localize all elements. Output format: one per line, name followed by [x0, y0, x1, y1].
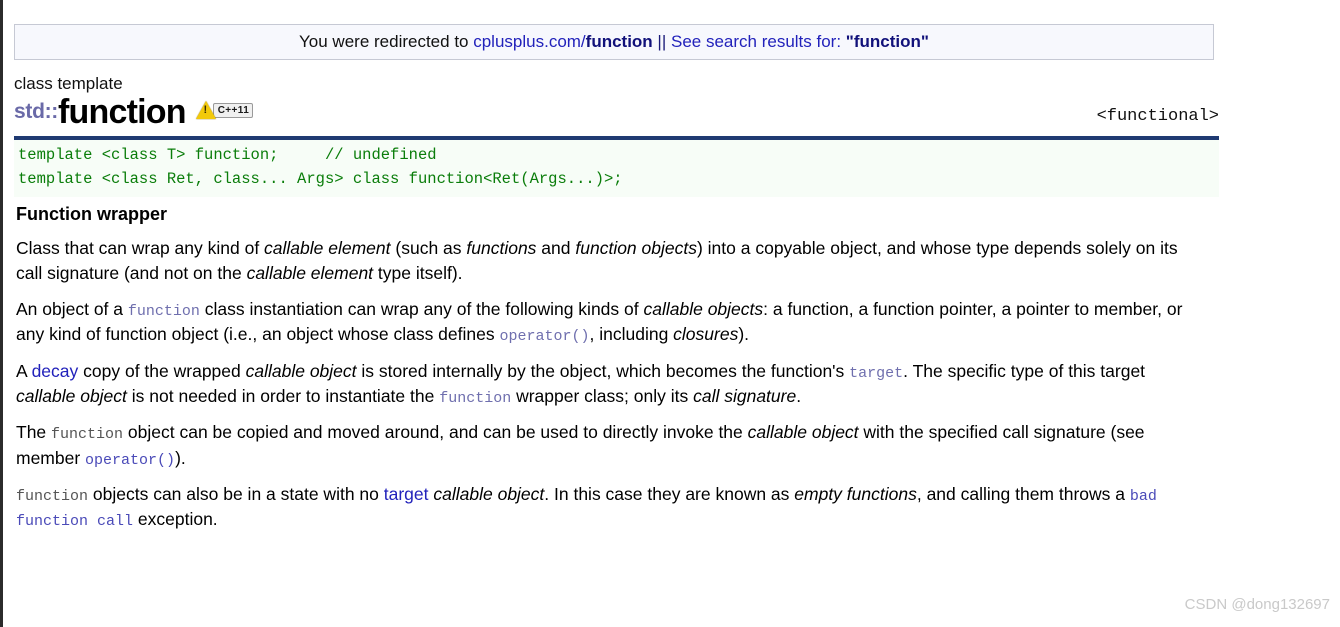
p2-code-function: function: [127, 303, 200, 321]
p3-text-3: is stored internally by the object, whic…: [356, 360, 850, 381]
p3-text-1: A: [16, 360, 32, 381]
p3-em-3: call signature: [693, 385, 797, 406]
redirect-banner: You were redirected to cplusplus.com/fun…: [14, 24, 1214, 61]
p1-text-3: and: [536, 238, 576, 259]
p4-text-2: object can be copied and moved around, a…: [123, 422, 748, 443]
search-query-text: "function": [845, 32, 929, 51]
p3-em-2: callable object: [16, 385, 127, 406]
p4-text-4: ).: [175, 447, 186, 468]
p3-text-2: copy of the wrapped: [78, 360, 246, 381]
p3-code-target: target: [849, 364, 904, 382]
search-results-text: See search results for:: [670, 32, 846, 51]
p3-text-4: . The specific type of this target: [903, 360, 1146, 381]
redirect-domain-text: cplusplus.com/: [473, 32, 586, 51]
p3-text-5: is not needed in order to instantiate th…: [126, 385, 440, 406]
paragraph-4: The function object can be copied and mo…: [16, 420, 1206, 471]
p3-em-1: callable object: [245, 360, 357, 381]
search-results-link[interactable]: See search results for: "function": [671, 32, 929, 51]
page-kind-label: class template: [14, 74, 123, 94]
code-line-1: template <class T> function; // undefine…: [18, 146, 437, 165]
window-left-border: [0, 0, 3, 627]
p5-em-1: callable object: [433, 483, 545, 504]
paragraph-1: Class that can wrap any kind of callable…: [16, 236, 1206, 286]
paragraph-3: A decay copy of the wrapped callable obj…: [16, 359, 1206, 410]
p2-em-2: closures: [673, 324, 739, 345]
p4-em-1: callable object: [747, 422, 859, 443]
p1-text-5: type itself).: [373, 263, 463, 284]
redirected-url-link[interactable]: cplusplus.com/function: [473, 32, 652, 51]
paragraph-5: function objects can also be in a state …: [16, 482, 1206, 533]
title-row: std::function C++11 <functional>: [14, 95, 1219, 129]
namespace-label: std::: [14, 100, 58, 124]
header-file-label: <functional>: [1096, 107, 1219, 127]
warning-triangle-icon: [195, 101, 216, 120]
declaration-code-block: template <class T> function; // undefine…: [14, 140, 1219, 198]
p4-code-function: function: [51, 426, 124, 444]
csdn-watermark: CSDN @dong132697: [1184, 596, 1330, 613]
p1-em-1: callable element: [264, 238, 391, 259]
redirect-prefix-text: You were redirected to: [299, 32, 474, 51]
p2-text-4: , including: [589, 324, 674, 345]
decay-link[interactable]: decay: [32, 361, 79, 381]
p2-code-operator: operator(): [499, 328, 590, 346]
p5-text-5: exception.: [133, 509, 218, 530]
p3-text-7: .: [796, 385, 802, 406]
p5-text-1: objects can also be in a state with no: [88, 483, 384, 504]
banner-separator: ||: [652, 32, 671, 51]
redirect-page-text: function: [585, 32, 653, 51]
p1-text-1: Class that can wrap any kind of: [16, 238, 265, 259]
cpp11-badge[interactable]: C++11: [195, 101, 254, 120]
p3-text-6: wrapper class; only its: [511, 385, 694, 406]
operator-call-link[interactable]: operator(): [85, 452, 175, 469]
target-link[interactable]: target: [384, 484, 429, 504]
p1-em-4: callable element: [246, 263, 374, 284]
p5-text-3: . In this case they are known as: [544, 483, 795, 504]
p2-em-1: callable objects: [643, 299, 764, 320]
paragraph-2: An object of a function class instantiat…: [16, 297, 1206, 348]
p1-text-2: (such as: [390, 238, 467, 259]
p1-em-3: function objects: [575, 238, 697, 259]
title-left-group: std::function C++11: [14, 93, 254, 132]
p5-text-4: , and calling them throws a: [916, 483, 1130, 504]
p2-text-5: ).: [738, 324, 750, 345]
section-subheading: Function wrapper: [16, 204, 168, 225]
p2-text-1: An object of a: [16, 299, 128, 320]
p4-text-1: The: [16, 422, 52, 443]
p3-code-function: function: [439, 389, 512, 407]
p5-code-function: function: [16, 487, 89, 505]
p2-text-2: class instantiation can wrap any of the …: [199, 299, 644, 320]
p1-em-2: functions: [466, 238, 537, 259]
p5-em-2: empty functions: [794, 483, 917, 504]
page-title: function: [58, 93, 186, 132]
reference-page: You were redirected to cplusplus.com/fun…: [4, 0, 1340, 627]
code-line-2: template <class Ret, class... Args> clas…: [18, 169, 623, 188]
cpp11-badge-label: C++11: [212, 102, 254, 118]
